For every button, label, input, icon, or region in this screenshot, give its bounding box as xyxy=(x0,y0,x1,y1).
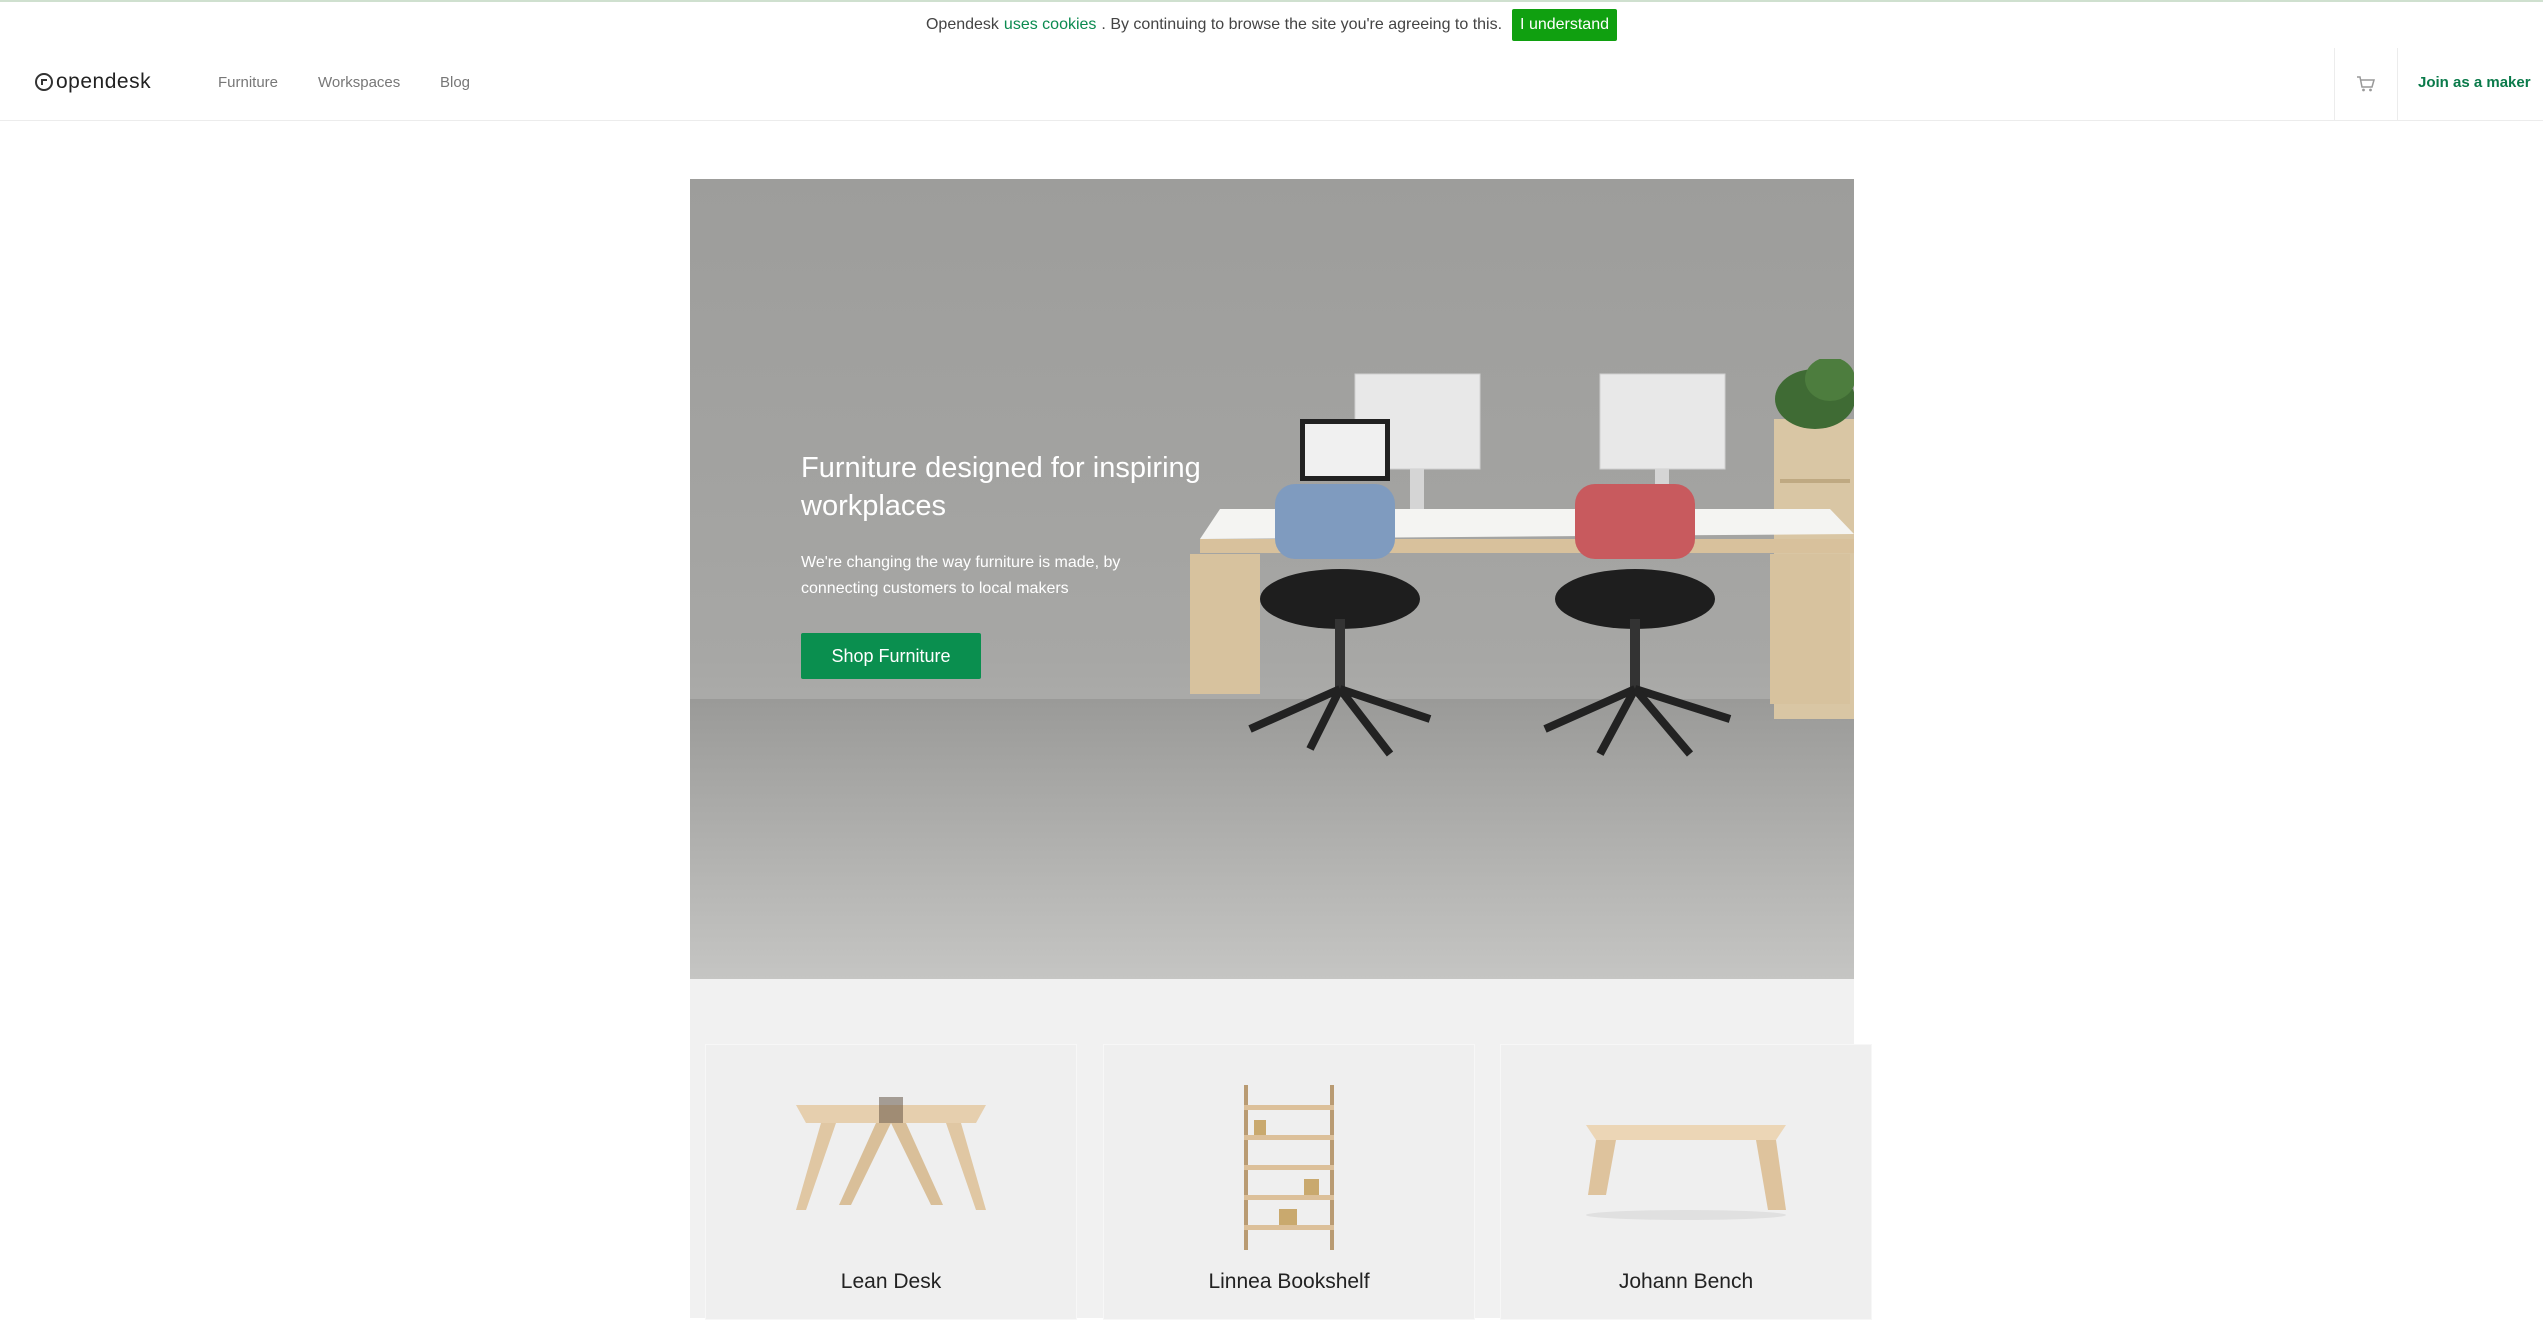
hero-office-image xyxy=(1190,359,1854,757)
product-card-johann-bench[interactable]: Johann Bench xyxy=(1500,1044,1872,1320)
lean-desk-image xyxy=(796,1097,986,1210)
product-name: Johann Bench xyxy=(1618,1270,1754,1293)
join-maker-link[interactable]: Join as a maker xyxy=(2418,74,2531,91)
johann-bench-image xyxy=(1586,1125,1786,1220)
cart-icon xyxy=(2357,76,2375,92)
nav-link-workspaces[interactable]: Workspaces xyxy=(318,74,400,91)
linnea-bookshelf-image xyxy=(1244,1085,1334,1250)
nav-link-blog[interactable]: Blog xyxy=(440,74,470,91)
cookie-bar: Opendesk uses cookies . By continuing to… xyxy=(0,2,2543,48)
product-name: Linnea Bookshelf xyxy=(1208,1270,1370,1293)
hero-subtitle: We're changing the way furniture is made… xyxy=(801,554,1121,597)
hero-banner: Furniture designed for inspiring workpla… xyxy=(690,179,1854,979)
cookie-link[interactable]: uses cookies xyxy=(1004,16,1097,34)
logo[interactable]: opendesk xyxy=(35,70,151,94)
product-name: Lean Desk xyxy=(840,1270,942,1293)
cookie-text-after: . By continuing to browse the site you'r… xyxy=(1101,16,1503,33)
cart-button[interactable] xyxy=(2334,48,2398,120)
main-nav: opendesk Furniture Workspaces Blog Join … xyxy=(0,48,2543,121)
cookie-accept-button[interactable]: I understand xyxy=(1512,9,1617,41)
cookie-text-before: Opendesk xyxy=(925,16,999,33)
product-card-lean-desk[interactable]: Lean Desk xyxy=(705,1044,1077,1320)
product-card-linnea-bookshelf[interactable]: Linnea Bookshelf xyxy=(1103,1044,1475,1320)
shop-furniture-button[interactable]: Shop Furniture xyxy=(801,633,981,679)
logo-text: opendesk xyxy=(56,70,152,93)
hero-title: Furniture designed for inspiring workpla… xyxy=(801,452,1201,522)
logo-icon xyxy=(35,73,53,91)
nav-link-furniture[interactable]: Furniture xyxy=(218,74,278,91)
